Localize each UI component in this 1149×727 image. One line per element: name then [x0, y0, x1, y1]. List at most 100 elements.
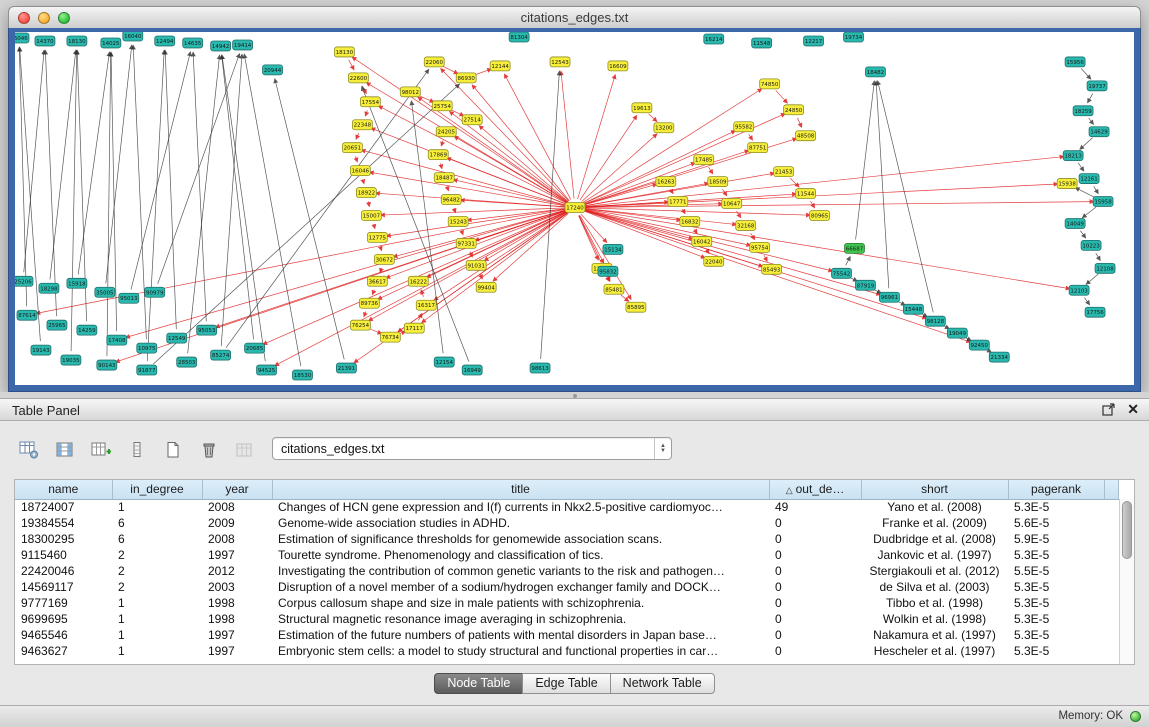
- graph-node[interactable]: 24850: [784, 105, 804, 115]
- graph-node[interactable]: 81304: [509, 32, 529, 42]
- graph-node[interactable]: 16042: [692, 236, 712, 246]
- table-mode-icon[interactable]: [14, 436, 44, 464]
- graph-node[interactable]: 97331: [456, 238, 476, 248]
- graph-node[interactable]: 87751: [748, 143, 768, 153]
- graph-node[interactable]: 16040: [123, 32, 143, 41]
- graph-node[interactable]: 18213: [1063, 151, 1083, 161]
- graph-node[interactable]: 96961: [879, 292, 899, 302]
- table-row[interactable]: 1830029562008Estimation of significance …: [15, 531, 1119, 547]
- table-cell[interactable]: Structural magnetic resonance image aver…: [272, 611, 769, 627]
- graph-node[interactable]: 75542: [832, 268, 852, 278]
- graph-node[interactable]: 21334: [989, 352, 1009, 362]
- table-cell[interactable]: Wolkin et al. (1998): [861, 611, 1008, 627]
- table-row[interactable]: 911546021997Tourette syndrome. Phenomeno…: [15, 547, 1119, 563]
- graph-node[interactable]: 15918: [67, 278, 87, 288]
- table-cell[interactable]: 2012: [202, 563, 272, 579]
- table-cell[interactable]: 0: [769, 547, 861, 563]
- graph-node[interactable]: 89736: [359, 298, 379, 308]
- graph-node[interactable]: 91877: [137, 365, 157, 375]
- table-row[interactable]: 946362711997Embryonic stem cells: a mode…: [15, 643, 1119, 659]
- table-cell[interactable]: Changes of HCN gene expression and I(f) …: [272, 499, 769, 515]
- graph-node[interactable]: 15134: [603, 244, 623, 254]
- graph-node[interactable]: 98613: [530, 363, 550, 373]
- table-cell[interactable]: 1: [112, 627, 202, 643]
- graph-node[interactable]: 25754: [432, 101, 452, 111]
- show-columns-icon[interactable]: [50, 436, 80, 464]
- table-cell[interactable]: 5.5E-5: [1008, 563, 1104, 579]
- graph-node[interactable]: 15958: [1093, 197, 1113, 207]
- graph-node[interactable]: 74850: [760, 79, 780, 89]
- graph-node[interactable]: 22040: [704, 256, 724, 266]
- table-row[interactable]: 2242004622012Investigating the contribut…: [15, 563, 1119, 579]
- graph-node[interactable]: 76734: [380, 332, 400, 342]
- table-cell[interactable]: 5.6E-5: [1008, 515, 1104, 531]
- table-cell[interactable]: 1: [112, 499, 202, 515]
- graph-node[interactable]: 14629: [1089, 127, 1109, 137]
- graph-node[interactable]: 91031: [466, 260, 486, 270]
- graph-node[interactable]: 22060: [424, 57, 444, 67]
- table-cell[interactable]: 9463627: [15, 643, 112, 659]
- table-cell[interactable]: 1: [112, 595, 202, 611]
- graph-node[interactable]: 18130: [334, 47, 354, 57]
- table-cell[interactable]: 5.3E-5: [1008, 579, 1104, 595]
- table-row[interactable]: 977716911998Corpus callosum shape and si…: [15, 595, 1119, 611]
- table-cell[interactable]: Tourette syndrome. Phenomenology and cla…: [272, 547, 769, 563]
- table-cell[interactable]: Jankovic et al. (1997): [861, 547, 1008, 563]
- table-cell[interactable]: Disruption of a novel member of a sodium…: [272, 579, 769, 595]
- graph-node[interactable]: 11548: [752, 38, 772, 48]
- network-svg[interactable]: 1724018130226001755422348206511604618922…: [15, 32, 1134, 385]
- table-cell[interactable]: 1998: [202, 595, 272, 611]
- graph-node[interactable]: 25965: [47, 320, 67, 330]
- table-cell[interactable]: Corpus callosum shape and size in male p…: [272, 595, 769, 611]
- table-cell[interactable]: 0: [769, 611, 861, 627]
- table-cell[interactable]: 2009: [202, 515, 272, 531]
- float-panel-icon[interactable]: [1102, 403, 1115, 416]
- scrollbar-thumb[interactable]: [1122, 501, 1132, 559]
- graph-node[interactable]: 11544: [796, 189, 816, 199]
- graph-node[interactable]: 80965: [810, 210, 830, 220]
- graph-node[interactable]: 19035: [61, 355, 81, 365]
- graph-node[interactable]: 15448: [903, 304, 923, 314]
- table-cell[interactable]: 2003: [202, 579, 272, 595]
- graph-node[interactable]: 12108: [1095, 263, 1115, 273]
- table-cell[interactable]: Investigating the contribution of common…: [272, 563, 769, 579]
- graph-node[interactable]: 21391: [336, 363, 356, 373]
- graph-node[interactable]: 14049: [1065, 218, 1085, 228]
- table-cell[interactable]: 0: [769, 579, 861, 595]
- table-cell[interactable]: 0: [769, 515, 861, 531]
- graph-node[interactable]: 16609: [608, 61, 628, 71]
- graph-node[interactable]: 85493: [762, 264, 782, 274]
- graph-node[interactable]: 36617: [367, 276, 387, 286]
- table-cell[interactable]: Yano et al. (2008): [861, 499, 1008, 515]
- graph-node[interactable]: 15007: [361, 210, 381, 220]
- graph-node[interactable]: 14025: [101, 38, 121, 48]
- graph-node[interactable]: 12494: [155, 36, 175, 46]
- graph-node[interactable]: 95053: [197, 325, 217, 335]
- graph-node[interactable]: 90143: [97, 360, 117, 370]
- graph-node[interactable]: 10975: [137, 343, 157, 353]
- graph-node[interactable]: 99404: [476, 282, 496, 292]
- table-cell[interactable]: 1997: [202, 547, 272, 563]
- table-cell[interactable]: 9699695: [15, 611, 112, 627]
- table-cell[interactable]: Franke et al. (2009): [861, 515, 1008, 531]
- table-cell[interactable]: 0: [769, 595, 861, 611]
- graph-node[interactable]: 17869: [428, 150, 448, 160]
- graph-node[interactable]: 17771: [668, 197, 688, 207]
- graph-node[interactable]: 12103: [1069, 285, 1089, 295]
- graph-node[interactable]: 16046: [350, 166, 370, 176]
- graph-node[interactable]: 16949: [462, 365, 482, 375]
- table-cell[interactable]: 6: [112, 515, 202, 531]
- graph-node[interactable]: 12144: [490, 61, 510, 71]
- table-cell[interactable]: 5.3E-5: [1008, 627, 1104, 643]
- graph-node[interactable]: 24205: [436, 127, 456, 137]
- table-cell[interactable]: 49: [769, 499, 861, 515]
- table-cell[interactable]: 5.3E-5: [1008, 611, 1104, 627]
- graph-node[interactable]: 17554: [360, 97, 380, 107]
- table-cell[interactable]: Genome-wide association studies in ADHD.: [272, 515, 769, 531]
- new-column-icon[interactable]: [86, 436, 116, 464]
- graph-node[interactable]: 18482: [865, 67, 885, 77]
- import-table-icon[interactable]: [230, 436, 260, 464]
- table-cell[interactable]: 2: [112, 579, 202, 595]
- graph-node[interactable]: 16222: [408, 276, 428, 286]
- graph-node[interactable]: 22348: [352, 120, 372, 130]
